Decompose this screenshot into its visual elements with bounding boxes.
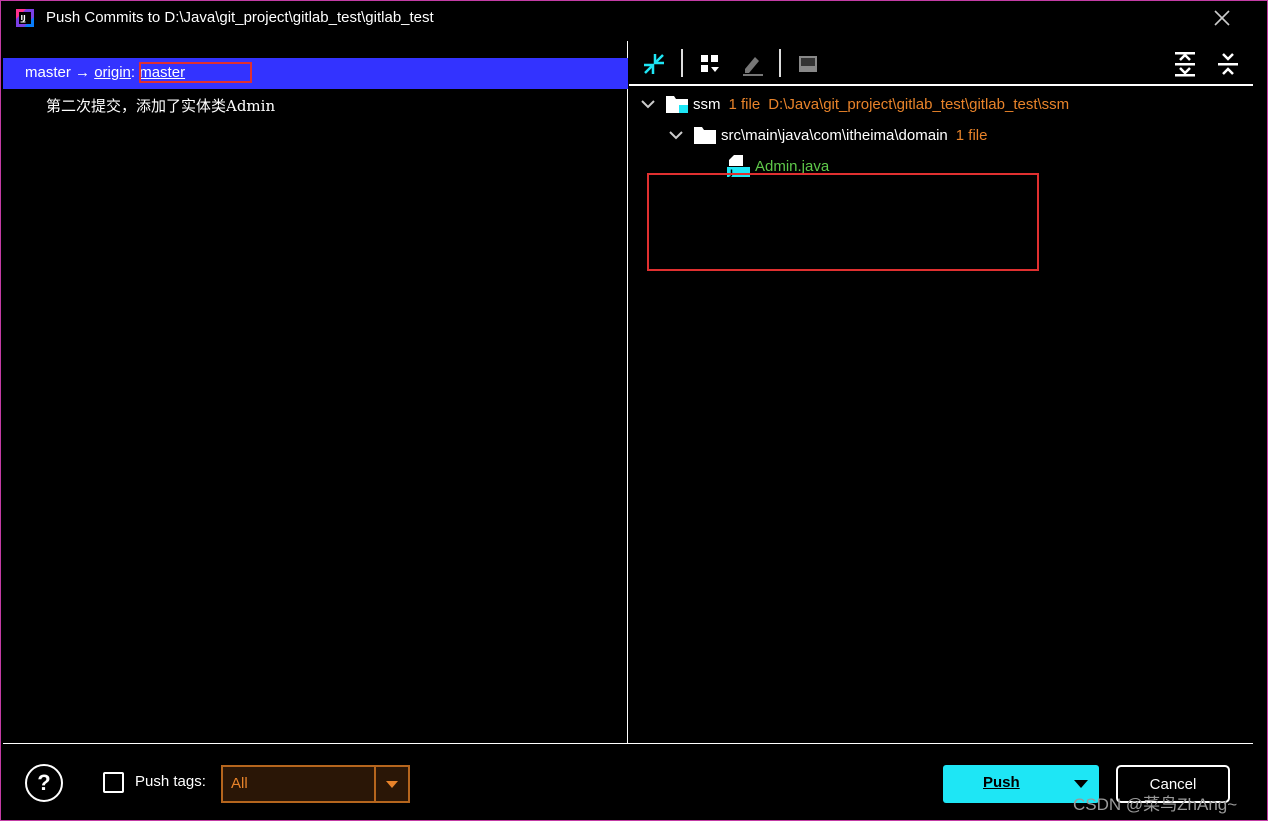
- preview-icon[interactable]: [796, 52, 820, 76]
- folder-file-count: 1 file: [955, 126, 988, 144]
- push-button-label: Push: [983, 774, 1020, 791]
- arrow-icon: →: [75, 64, 91, 81]
- window-title: Push Commits to D:\Java\git_project\gitl…: [46, 9, 434, 26]
- commit-message[interactable]: 第二次提交，添加了实体类Admin: [46, 95, 275, 116]
- file-name: Admin.java: [755, 157, 830, 175]
- toolbar-separator: [779, 49, 781, 77]
- highlight-box-target-branch: [139, 62, 252, 83]
- tree-node-root[interactable]: ssm 1 file D:\Java\git_project\gitlab_te…: [639, 91, 1069, 117]
- push-tags-checkbox[interactable]: [103, 772, 124, 793]
- root-path: D:\Java\git_project\gitlab_test\gitlab_t…: [768, 95, 1070, 113]
- close-button[interactable]: [1207, 3, 1237, 33]
- group-by-button[interactable]: [695, 49, 725, 79]
- title-bar: IJ Push Commits to D:\Java\git_project\g…: [1, 1, 1267, 37]
- toolbar-separator: [681, 49, 683, 77]
- commits-panel: master → origin: master 第二次提交，添加了实体类Admi…: [3, 41, 628, 743]
- expand-all-icon[interactable]: [1173, 51, 1197, 77]
- intellij-app-icon: IJ: [16, 9, 34, 27]
- watermark: CSDN @菜鸟ZhAng~: [1073, 795, 1238, 814]
- highlight-box-changes: [647, 173, 1039, 271]
- main-area: master → origin: master 第二次提交，添加了实体类Admi…: [3, 41, 1253, 744]
- separator: :: [130, 64, 136, 81]
- source-branch: master: [25, 64, 71, 81]
- root-file-count: 1 file: [728, 95, 761, 113]
- tags-select[interactable]: All: [221, 765, 410, 803]
- select-arrow[interactable]: [374, 767, 408, 801]
- collapse-all-icon[interactable]: [1216, 51, 1240, 77]
- remote-link[interactable]: origin: [94, 64, 131, 81]
- chevron-down-icon[interactable]: [667, 126, 685, 144]
- collapse-arrows-icon[interactable]: [641, 51, 667, 77]
- collapse-all-button[interactable]: [1213, 49, 1243, 79]
- module-folder-icon: [666, 96, 688, 113]
- changes-toolbar: [629, 41, 1253, 86]
- branch-row-selected[interactable]: master → origin: master: [3, 58, 628, 89]
- group-by-icon[interactable]: [698, 52, 722, 76]
- preview-diff-button[interactable]: [793, 49, 823, 79]
- pencil-icon[interactable]: [740, 52, 764, 76]
- expand-diff-button[interactable]: [639, 49, 669, 79]
- expand-all-button[interactable]: [1170, 49, 1200, 79]
- folder-icon: [694, 127, 716, 144]
- chevron-down-icon[interactable]: [639, 95, 657, 113]
- tree-node-folder[interactable]: src\main\java\com\itheima\domain 1 file: [667, 122, 987, 148]
- root-name: ssm: [693, 95, 721, 113]
- close-icon[interactable]: [1213, 9, 1231, 27]
- push-commits-dialog: IJ Push Commits to D:\Java\git_project\g…: [0, 0, 1268, 821]
- changes-panel: ssm 1 file D:\Java\git_project\gitlab_te…: [629, 41, 1253, 743]
- dropdown-arrow-icon: [386, 781, 398, 788]
- folder-path: src\main\java\com\itheima\domain: [721, 126, 948, 144]
- help-button[interactable]: ?: [25, 764, 63, 802]
- chevron-down-icon[interactable]: [1073, 778, 1089, 790]
- bottom-bar: ? Push tags: All Push Cancel CSDN @菜鸟ZhA…: [1, 745, 1267, 821]
- edit-source-button[interactable]: [737, 49, 767, 79]
- svg-text:IJ: IJ: [21, 14, 26, 22]
- push-tags-label: Push tags:: [135, 773, 206, 790]
- tags-select-value: All: [231, 775, 248, 792]
